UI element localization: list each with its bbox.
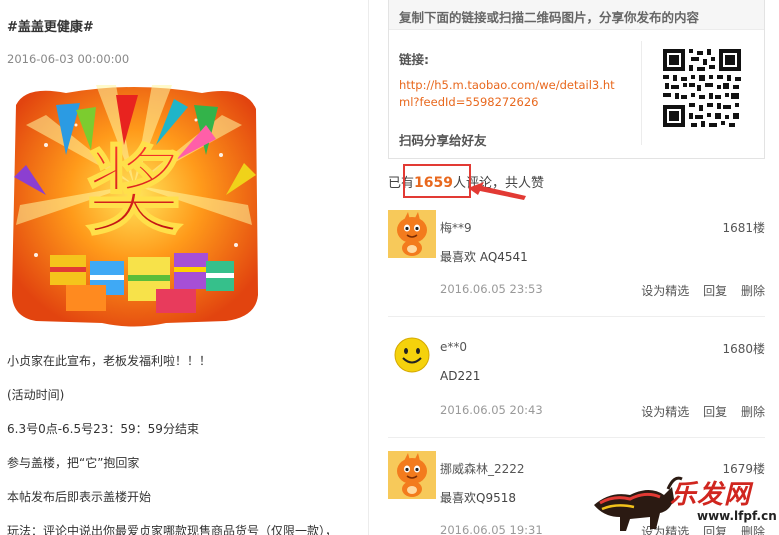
comment-floor-number: 1680楼 [722,342,765,356]
qr-code-icon [661,47,743,129]
watermark-url: www.lfpf.cn [697,509,777,523]
post-line-participate: 参与盖楼，把“它”抱回家 [7,456,140,470]
comment-timestamp: 2016.06.05 19:31 [440,523,543,535]
comment-item: e**0 1680楼 AD221 2016.06.05 20:43 设为精选 回… [388,331,765,431]
comment-username[interactable]: e**0 [440,340,467,354]
taobao-mascot-icon [388,210,436,258]
share-divider [641,41,642,145]
comment-username[interactable]: 梅**9 [440,219,472,236]
comment-username[interactable]: 挪威森林_2222 [440,460,525,477]
taobao-mascot-icon [388,451,436,499]
column-divider [368,0,369,535]
comment-separator [388,316,765,317]
post-panel: #盖盖更健康# 2016-06-03 00:00:00 奖 小贞家在此宣布，老板… [0,0,368,535]
prize-banner-image: 奖 [12,85,258,327]
comment-actions: 设为精选 回复 删除 [631,403,765,420]
share-link[interactable]: http://h5.m.taobao.com/we/detail3.html?f… [399,77,619,111]
set-featured-button[interactable]: 设为精选 [641,284,689,298]
post-line-announcement: 小贞家在此宣布，老板发福利啦！！！ [7,354,212,368]
post-line-rules: 玩法：评论中说出你最爱贞家哪款现售商品货号（仅限一款）， [7,524,338,535]
comment-text: 最喜欢 AQ4541 [440,250,528,264]
comment-floor-number: 1681楼 [722,221,765,235]
reply-button[interactable]: 回复 [703,284,727,298]
annotation-arrow-icon [468,182,526,200]
set-featured-button[interactable]: 设为精选 [641,405,689,419]
comment-separator [388,437,765,438]
share-header: 复制下面的链接或扫描二维码图片，分享你发布的内容 [389,0,764,30]
comment-text: AD221 [440,369,481,383]
delete-button[interactable]: 删除 [741,284,765,298]
prize-character: 奖 [86,135,182,248]
post-line-start-note: 本帖发布后即表示盖楼开始 [7,490,152,504]
post-line-activity-period: 6.3号0点-6.5号23：59：59分结束 [7,422,199,436]
smiley-face-icon [388,331,436,379]
comment-actions: 设为精选 回复 删除 [631,282,765,299]
post-line-activity-time-label: (活动时间) [7,388,65,402]
post-title: #盖盖更健康# [7,20,94,35]
delete-button[interactable]: 删除 [741,405,765,419]
share-link-label: 链接: [399,52,429,67]
annotation-highlight-box [403,164,471,198]
comment-timestamp: 2016.06.05 20:43 [440,403,543,417]
share-panel: 复制下面的链接或扫描二维码图片，分享你发布的内容 链接: http://h5.m… [388,0,765,159]
watermark-brand: 乐发网 [670,480,752,510]
comment-item: 梅**9 1681楼 最喜欢 AQ4541 2016.06.05 23:53 设… [388,210,765,310]
post-date: 2016-06-03 00:00:00 [7,52,130,66]
reply-button[interactable]: 回复 [703,405,727,419]
share-qr-label: 扫码分享给好友 [399,133,487,148]
comment-text: 最喜欢Q9518 [440,491,516,505]
comment-timestamp: 2016.06.05 23:53 [440,282,543,296]
